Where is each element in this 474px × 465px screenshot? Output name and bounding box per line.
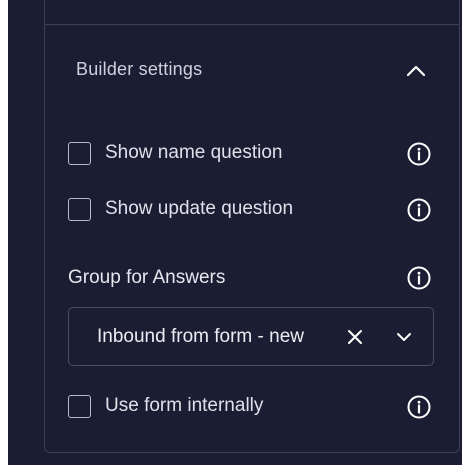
info-icon[interactable] xyxy=(406,394,432,420)
show-name-question-label: Show name question xyxy=(105,142,283,163)
section-title: Builder settings xyxy=(76,59,203,79)
show-name-question-checkbox[interactable] xyxy=(68,142,91,165)
section-divider xyxy=(44,24,460,25)
use-form-internally-checkbox[interactable] xyxy=(68,395,91,418)
show-name-question-row[interactable]: Show name question xyxy=(67,139,437,169)
use-form-internally-label: Use form internally xyxy=(105,395,264,416)
app-root: Builder settings Show name question Show… xyxy=(0,0,474,465)
builder-settings-header[interactable]: Builder settings xyxy=(45,43,459,99)
info-icon[interactable] xyxy=(406,265,432,291)
info-icon[interactable] xyxy=(406,197,432,223)
show-update-question-label: Show update question xyxy=(105,198,294,219)
group-for-answers-select[interactable]: Inbound from form - new xyxy=(68,307,434,366)
close-icon[interactable] xyxy=(345,327,365,347)
chevron-down-icon[interactable] xyxy=(395,328,413,346)
group-for-answers-label: Group for Answers xyxy=(68,267,226,288)
selected-group-value: Inbound from form - new xyxy=(97,326,304,347)
info-icon[interactable] xyxy=(406,141,432,167)
use-form-internally-row[interactable]: Use form internally xyxy=(67,392,437,422)
chevron-up-icon[interactable] xyxy=(405,61,427,81)
show-update-question-checkbox[interactable] xyxy=(68,198,91,221)
show-update-question-row[interactable]: Show update question xyxy=(67,195,437,225)
